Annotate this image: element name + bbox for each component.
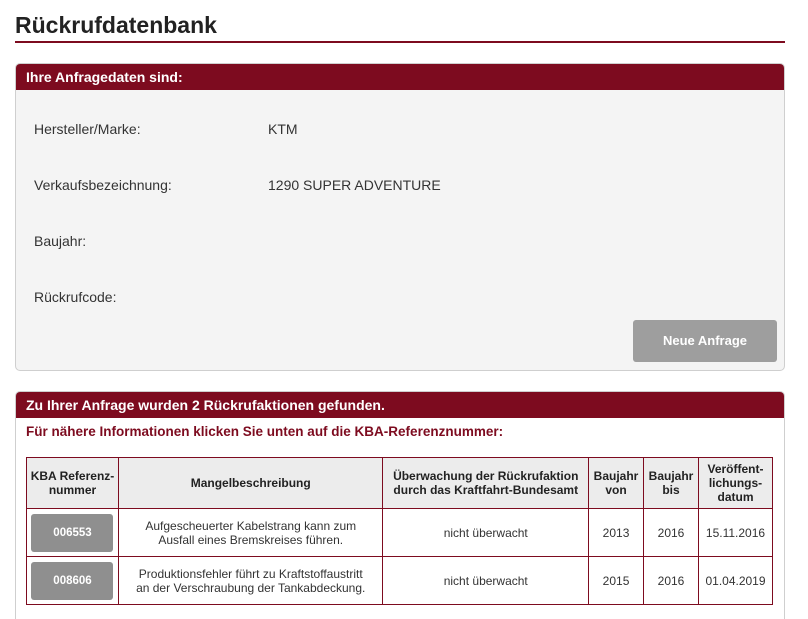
monitoring-cell: nicht überwacht <box>382 508 590 557</box>
year-from-cell: 2015 <box>588 556 645 605</box>
year-to-cell: 2016 <box>643 556 699 605</box>
year-from-cell: 2013 <box>588 508 645 557</box>
defect-cell: Aufgescheuerter Kabelstrang kann zum Aus… <box>117 508 384 557</box>
year-to-cell: 2016 <box>643 508 699 557</box>
manufacturer-label: Hersteller/Marke: <box>34 121 141 137</box>
build-year-label: Baujahr: <box>34 233 87 249</box>
recall-code-label: Rückrufcode: <box>34 289 117 305</box>
table-header-row: KBA Referenz- nummer Mangelbeschreibung … <box>26 457 773 509</box>
column-header-published: Veröffent- lichungs- datum <box>698 457 773 509</box>
column-header-year-to: Baujahr bis <box>643 457 699 509</box>
results-instruction: Für nähere Informationen klicken Sie unt… <box>26 424 504 439</box>
ref-cell: 006553 <box>26 508 119 557</box>
results-panel: Zu Ihrer Anfrage wurden 2 Rückrufaktione… <box>15 391 785 619</box>
monitoring-cell: nicht überwacht <box>382 556 590 605</box>
manufacturer-value: KTM <box>268 121 298 137</box>
table-row: 006553 Aufgescheuerter Kabelstrang kann … <box>26 508 773 557</box>
published-cell: 15.11.2016 <box>698 508 773 557</box>
ref-cell: 008606 <box>26 556 119 605</box>
kba-reference-button[interactable]: 006553 <box>31 513 114 552</box>
sales-name-label: Verkaufsbezeichnung: <box>34 177 172 193</box>
table-row: 008606 Produktionsfehler führt zu Krafts… <box>26 556 773 605</box>
column-header-year-from: Baujahr von <box>588 457 645 509</box>
sales-name-value: 1290 SUPER ADVENTURE <box>268 177 441 193</box>
column-header-defect: Mangelbeschreibung <box>117 457 384 509</box>
column-header-ref: KBA Referenz- nummer <box>26 457 119 509</box>
query-panel-header: Ihre Anfragedaten sind: <box>16 64 784 90</box>
recalls-table: KBA Referenz- nummer Mangelbeschreibung … <box>26 457 773 605</box>
results-panel-header: Zu Ihrer Anfrage wurden 2 Rückrufaktione… <box>16 392 784 418</box>
kba-reference-button[interactable]: 008606 <box>31 561 114 600</box>
published-cell: 01.04.2019 <box>698 556 773 605</box>
defect-cell: Produktionsfehler führt zu Kraftstoffaus… <box>117 556 384 605</box>
column-header-monitoring: Überwachung der Rückrufaktion durch das … <box>382 457 590 509</box>
page-title: Rückrufdatenbank <box>15 10 785 43</box>
query-data-panel: Ihre Anfragedaten sind: Hersteller/Marke… <box>15 63 785 371</box>
new-query-button[interactable]: Neue Anfrage <box>633 320 777 362</box>
